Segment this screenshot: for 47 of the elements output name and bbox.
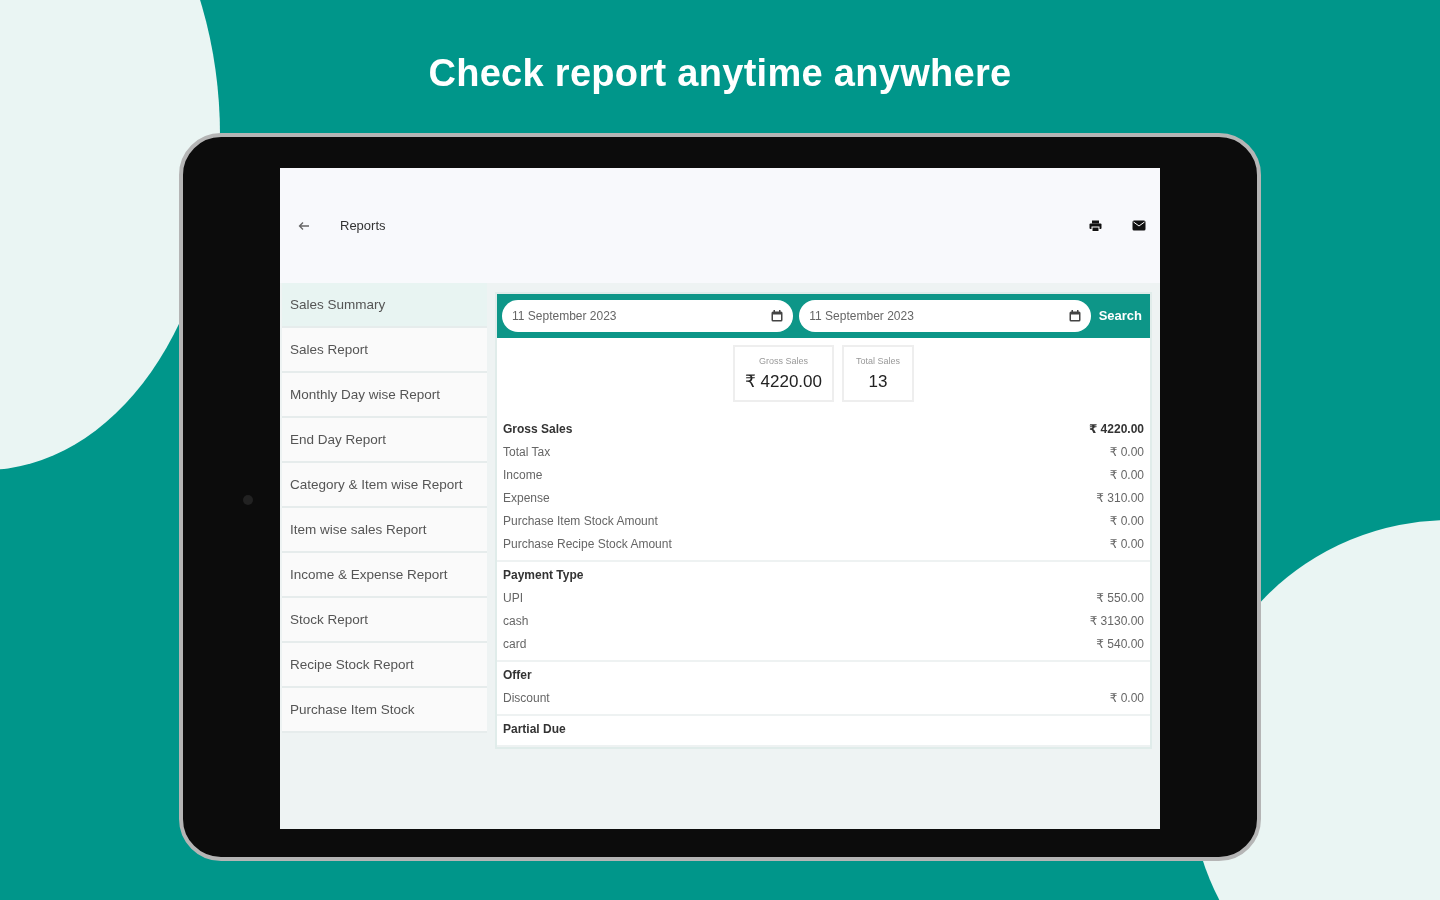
sidebar-item[interactable]: Income & Expense Report xyxy=(282,553,487,598)
row-label: Purchase Item Stock Amount xyxy=(503,513,658,530)
mail-icon[interactable] xyxy=(1132,220,1146,231)
sidebar-item[interactable]: Stock Report xyxy=(282,598,487,643)
card-label: Gross Sales xyxy=(758,355,809,368)
section-title: Partial Due xyxy=(503,721,566,738)
row-value: ₹ 0.00 xyxy=(1109,690,1144,707)
row-value: ₹ 540.00 xyxy=(1096,636,1144,653)
row-label: card xyxy=(503,636,527,653)
row-label: Income xyxy=(503,467,543,484)
row-value: ₹ 0.00 xyxy=(1109,536,1144,553)
sidebar-item[interactable]: Sales Report xyxy=(282,328,487,373)
row-value: ₹ 0.00 xyxy=(1109,444,1144,461)
row-label: UPI xyxy=(503,590,523,607)
date-field[interactable]: 11 September 2023 xyxy=(799,300,1091,332)
section-title: Offer xyxy=(503,667,532,684)
section-value: ₹ 4220.00 xyxy=(1088,421,1144,438)
row-value: ₹ 0.00 xyxy=(1109,513,1144,530)
sidebar-item[interactable]: Sales Summary xyxy=(282,283,487,328)
card-label: Total Sales xyxy=(855,355,901,368)
row-label: Total Tax xyxy=(503,444,551,461)
search-button[interactable]: Search xyxy=(1096,306,1144,326)
sidebar-item[interactable]: Monthly Day wise Report xyxy=(282,373,487,418)
card-value: 13 xyxy=(867,370,889,393)
calendar-icon[interactable] xyxy=(1068,310,1081,322)
sidebar-item[interactable]: Recipe Stock Report xyxy=(282,643,487,688)
row-label: cash xyxy=(503,613,529,630)
sidebar-item[interactable]: Category & Item wise Report xyxy=(282,463,487,508)
headline: Check report anytime anywhere xyxy=(428,51,1012,96)
row-value: ₹ 550.00 xyxy=(1096,590,1144,607)
row-label: Discount xyxy=(503,690,550,707)
sidebar-item[interactable]: End Day Report xyxy=(282,418,487,463)
sidebar-item[interactable]: Item wise sales Report xyxy=(282,508,487,553)
card-value: ₹ 4220.00 xyxy=(745,370,822,393)
row-value: ₹ 0.00 xyxy=(1109,467,1144,484)
sidebar-item[interactable]: Purchase Item Stock xyxy=(282,688,487,733)
row-value: ₹ 310.00 xyxy=(1096,490,1144,507)
section-title: Payment Type xyxy=(503,567,584,584)
back-icon[interactable] xyxy=(298,220,310,231)
row-label: Expense xyxy=(503,490,550,507)
section-title: Gross Sales xyxy=(503,421,573,438)
print-icon[interactable] xyxy=(1089,219,1102,232)
row-value: ₹ 3130.00 xyxy=(1089,613,1144,630)
screen-title: Reports xyxy=(340,216,386,235)
date-field[interactable]: 11 September 2023 xyxy=(502,300,794,332)
calendar-icon[interactable] xyxy=(771,310,784,322)
row-label: Purchase Recipe Stock Amount xyxy=(503,536,672,553)
